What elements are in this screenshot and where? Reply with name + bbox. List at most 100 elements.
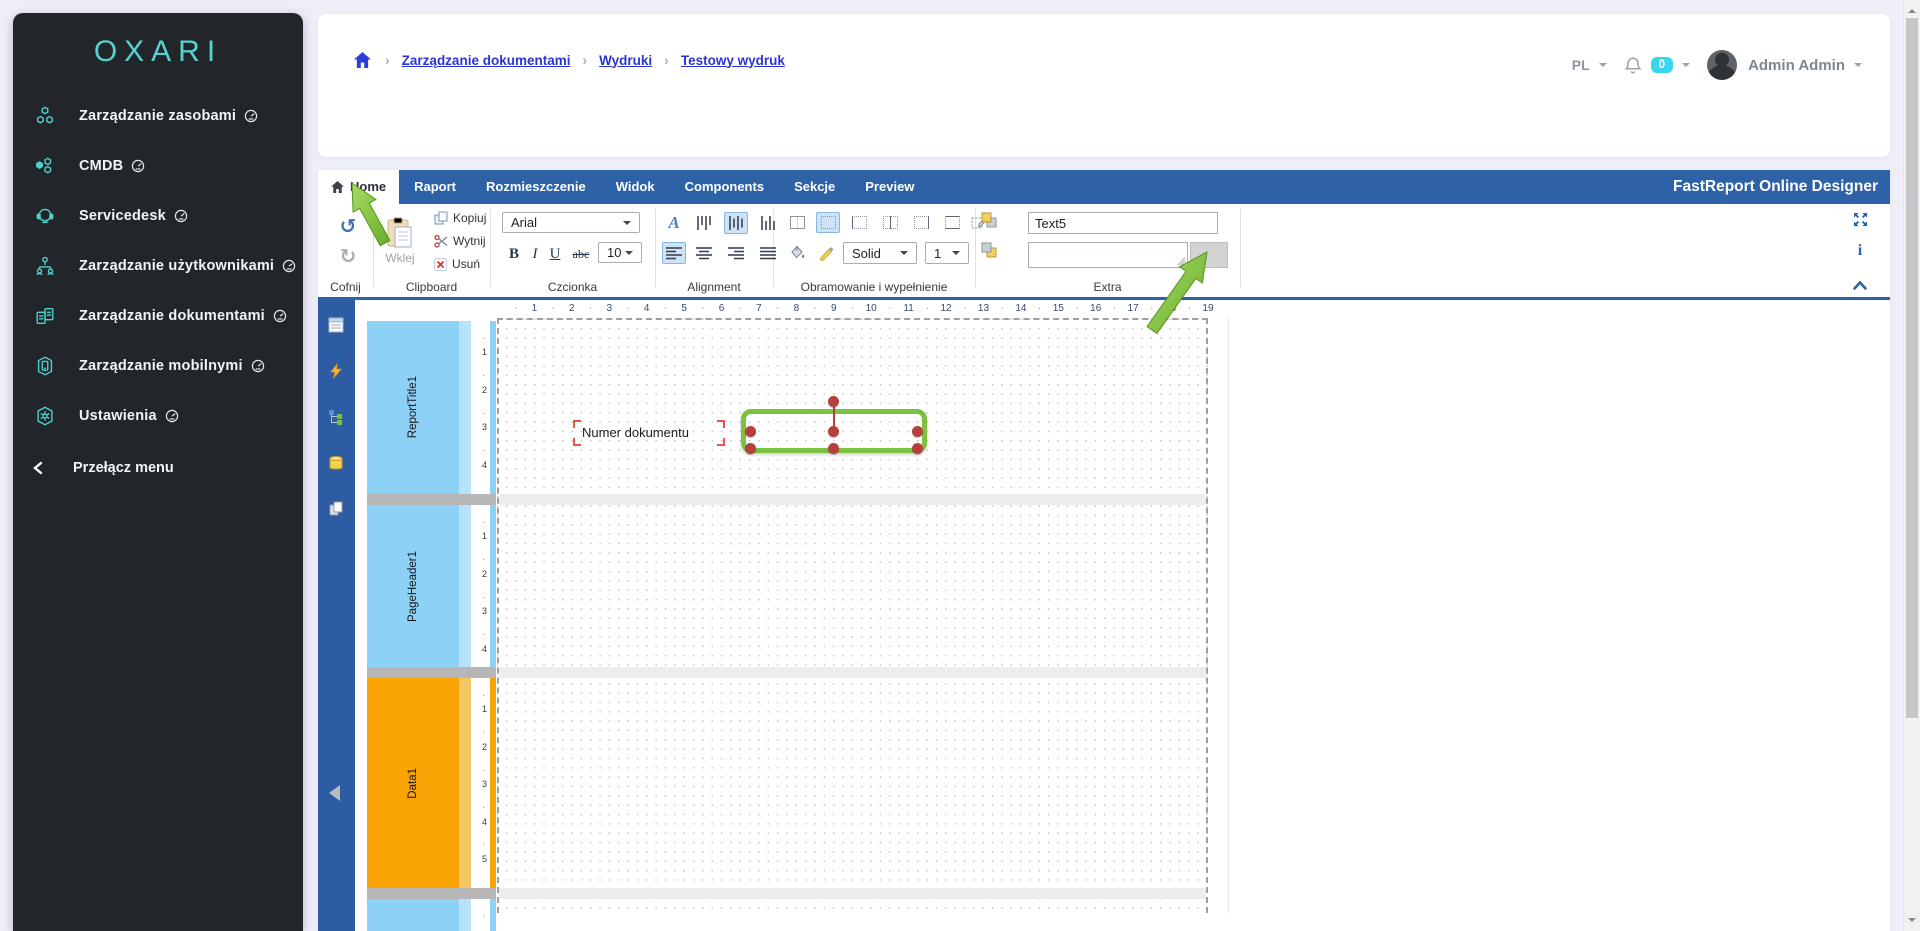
- notification-bell-icon[interactable]: [1624, 56, 1642, 75]
- chevron-down-icon[interactable]: [1854, 63, 1862, 71]
- undo-button[interactable]: ↺: [335, 214, 361, 238]
- redo-button[interactable]: ↻: [335, 244, 361, 268]
- language-selector[interactable]: PL: [1572, 57, 1590, 73]
- border-inside-button[interactable]: [878, 212, 902, 233]
- delete-button[interactable]: Usuń: [434, 257, 480, 271]
- pages-copy-icon[interactable]: [327, 500, 345, 518]
- border-width-select[interactable]: 1: [925, 242, 969, 264]
- collapse-panel-arrow[interactable]: [329, 785, 340, 801]
- strikethrough-button[interactable]: abc: [566, 242, 596, 266]
- align-left-button[interactable]: [662, 242, 686, 264]
- font-family-select[interactable]: Arial: [502, 212, 640, 233]
- scrollbar-thumb[interactable]: [1906, 18, 1918, 718]
- tab-raport[interactable]: Raport: [399, 170, 471, 204]
- italic-button[interactable]: I: [526, 242, 544, 266]
- selected-object-text5[interactable]: [741, 396, 927, 454]
- band-header[interactable]: [367, 899, 459, 931]
- resize-handle[interactable]: [745, 443, 756, 454]
- collapse-ribbon-button[interactable]: [1850, 276, 1870, 294]
- band-ReportTitle1[interactable]: ReportTitle1 · 1 · 2 · 3 · 4: [367, 321, 496, 494]
- font-size-select[interactable]: 10: [598, 242, 642, 263]
- breadcrumb-link[interactable]: Zarządzanie dokumentami: [402, 53, 571, 68]
- band-separator[interactable]: [367, 494, 496, 505]
- border-top-bottom-button[interactable]: [940, 212, 964, 233]
- rotation-handle[interactable]: [828, 396, 839, 407]
- data-source-icon[interactable]: [327, 454, 345, 472]
- send-to-back-button[interactable]: [980, 241, 1000, 261]
- band-separator[interactable]: [367, 667, 496, 678]
- tab-sekcje[interactable]: Sekcje: [779, 170, 850, 204]
- band-header[interactable]: PageHeader1: [367, 505, 459, 667]
- sidebar-item-documents[interactable]: Zarządzanie dokumentami: [13, 291, 303, 341]
- band-PageHeader1[interactable]: PageHeader1 · 1 · 2 · 3 · 4: [367, 505, 496, 667]
- report-properties-icon[interactable]: [327, 316, 345, 334]
- valign-top-button[interactable]: [692, 212, 716, 234]
- sidebar-item-servicedesk[interactable]: Servicedesk: [13, 191, 303, 241]
- resize-handle[interactable]: [828, 443, 839, 454]
- avatar[interactable]: [1707, 50, 1738, 80]
- breadcrumb-link[interactable]: Testowy wydruk: [681, 53, 785, 68]
- align-right-button[interactable]: [724, 242, 748, 264]
- resize-handle[interactable]: [912, 426, 923, 437]
- chevron-down-icon[interactable]: [1598, 63, 1607, 71]
- underline-button[interactable]: U: [546, 242, 564, 266]
- sidebar-item-users[interactable]: Zarządzanie użytkownikami: [13, 241, 303, 291]
- scroll-down-arrow[interactable]: [1908, 918, 1916, 926]
- tab-preview[interactable]: Preview: [850, 170, 929, 204]
- font-color-button[interactable]: A: [662, 212, 686, 234]
- sidebar-item-settings[interactable]: Ustawienia: [13, 391, 303, 441]
- border-right-button[interactable]: [909, 212, 933, 233]
- resize-handle[interactable]: [745, 426, 756, 437]
- sidebar-item-cmdb[interactable]: CMDB: [13, 141, 303, 191]
- sidebar-item-assets[interactable]: Zarządzanie zasobami: [13, 91, 303, 141]
- band-separator[interactable]: [367, 888, 496, 899]
- valign-bottom-button[interactable]: [756, 212, 780, 234]
- report-page[interactable]: [497, 318, 1208, 913]
- events-lightning-icon[interactable]: [327, 362, 345, 380]
- user-name[interactable]: Admin Admin: [1748, 57, 1845, 74]
- border-all-button[interactable]: [785, 212, 809, 233]
- tab-home[interactable]: Home: [318, 170, 400, 204]
- border-left-button[interactable]: [847, 212, 871, 233]
- bring-to-front-button[interactable]: [980, 211, 1000, 231]
- line-color-button[interactable]: [815, 242, 839, 263]
- ruler-tick-label: 5: [681, 303, 687, 314]
- resize-handle[interactable]: [912, 443, 923, 454]
- expression-editor-button[interactable]: [1190, 242, 1228, 268]
- band-header[interactable]: ReportTitle1: [367, 321, 459, 494]
- valign-center-button[interactable]: [724, 212, 748, 234]
- tab-widok[interactable]: Widok: [601, 170, 670, 204]
- bold-button[interactable]: B: [504, 242, 524, 266]
- sidebar-toggle-menu[interactable]: Przełącz menu: [13, 443, 303, 493]
- fullscreen-button[interactable]: [1850, 210, 1870, 228]
- resize-handle[interactable]: [828, 426, 839, 437]
- cut-button[interactable]: Wytnij: [434, 234, 486, 248]
- info-button[interactable]: i: [1850, 242, 1870, 260]
- report-tree-icon[interactable]: [327, 408, 345, 426]
- copy-button[interactable]: Kopiuj: [434, 211, 486, 225]
- border-none-button[interactable]: [816, 212, 840, 233]
- chevron-down-icon[interactable]: [1682, 63, 1691, 71]
- sidebar-item-mobile[interactable]: Zarządzanie mobilnymi: [13, 341, 303, 391]
- fill-color-button[interactable]: [785, 242, 809, 263]
- text-object-numer-dokumentu[interactable]: Numer dokumentu: [573, 420, 725, 446]
- expression-textarea[interactable]: [1028, 242, 1188, 268]
- tab-rozmieszczenie[interactable]: Rozmieszczenie: [471, 170, 601, 204]
- align-justify-button[interactable]: [756, 242, 780, 264]
- scroll-up-arrow[interactable]: [1908, 5, 1916, 13]
- align-center-button[interactable]: [692, 242, 716, 264]
- notification-badge[interactable]: 0: [1650, 57, 1674, 73]
- border-style-select[interactable]: Solid: [843, 242, 917, 264]
- tab-components[interactable]: Components: [670, 170, 779, 204]
- ruler-tick-label: 9: [830, 303, 837, 314]
- breadcrumb-link[interactable]: Wydruki: [599, 53, 652, 68]
- object-name-input[interactable]: [1028, 212, 1218, 234]
- band-header[interactable]: Data1: [367, 678, 459, 888]
- page-scrollbar[interactable]: [1903, 0, 1920, 931]
- paste-button[interactable]: Wklej: [380, 212, 420, 270]
- ruler-tick-label: 3: [606, 303, 613, 314]
- home-icon[interactable]: [354, 52, 371, 68]
- band-Data1[interactable]: Data1 · 1 · 2 · 3 · 4 · 5: [367, 678, 496, 888]
- oxari-logo: OXARI: [93, 35, 223, 68]
- band-partial[interactable]: ·: [367, 899, 496, 931]
